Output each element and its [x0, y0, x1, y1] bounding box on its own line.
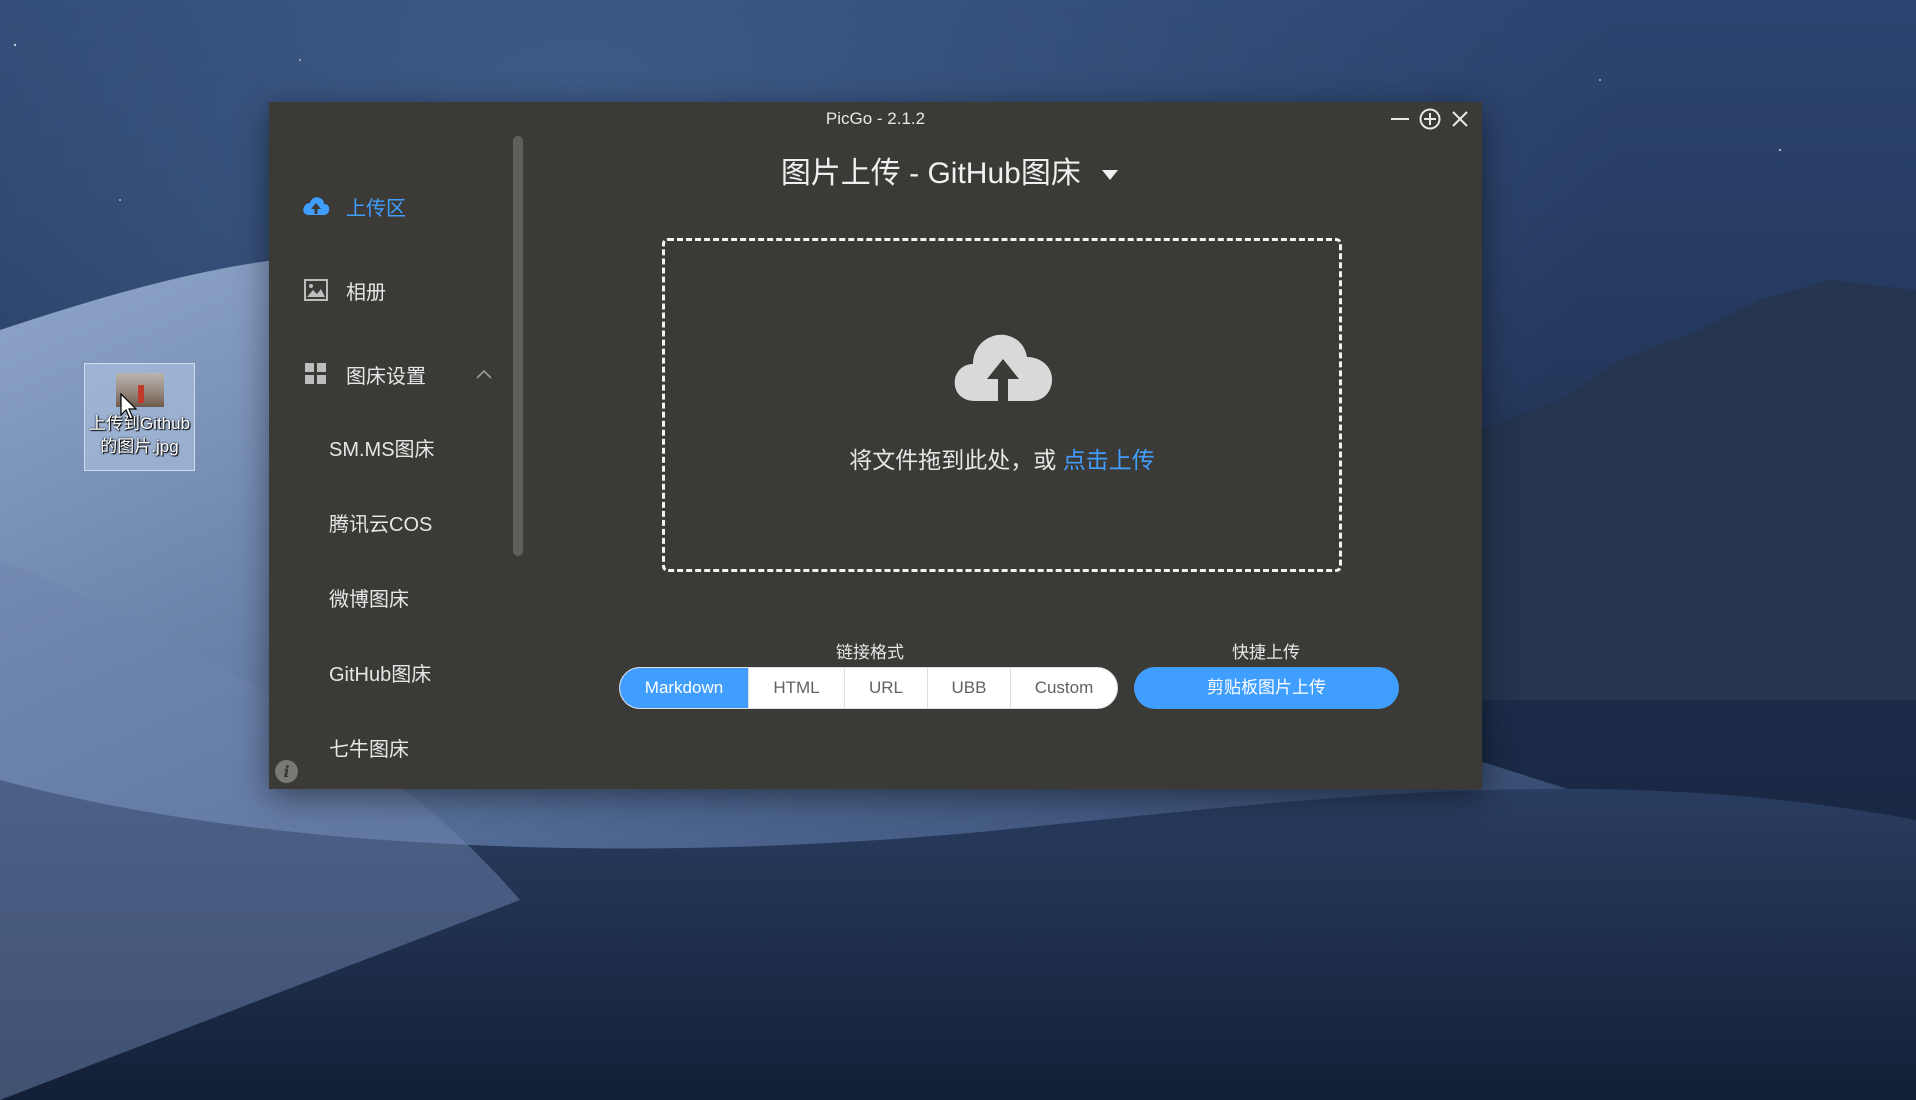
cloud-upload-icon — [302, 192, 330, 220]
sidebar-item-github[interactable]: GitHub图床 — [329, 650, 509, 700]
desktop: 上传到Github的图片.jpg PicGo - 2.1.2 上传区 相册 图床… — [0, 0, 1916, 1100]
minimize-button[interactable] — [1388, 106, 1412, 132]
window-title: PicGo - 2.1.2 — [825, 109, 926, 128]
drop-hint-text: 将文件拖到此处，或 — [849, 447, 1063, 473]
format-custom-button[interactable]: Custom — [1010, 668, 1117, 708]
sidebar-item-qiniu[interactable]: 七牛图床 — [329, 725, 509, 775]
click-upload-link[interactable]: 点击上传 — [1063, 447, 1155, 473]
sidebar-item-upload[interactable]: 上传区 — [269, 176, 509, 236]
titlebar[interactable]: PicGo - 2.1.2 — [269, 102, 1482, 136]
format-url-button[interactable]: URL — [844, 668, 927, 708]
chevron-up-icon — [476, 369, 492, 379]
sidebar-item-weibo[interactable]: 微博图床 — [329, 575, 509, 625]
link-format-selector: Markdown HTML URL UBB Custom — [619, 667, 1118, 709]
sidebar-item-label: 上传区 — [346, 197, 406, 220]
sidebar: 上传区 相册 图床设置 SM.MS图床 腾讯云COS 微博图床 GitHub图床… — [269, 136, 509, 789]
sidebar-item-smms[interactable]: SM.MS图床 — [329, 425, 509, 475]
mouse-cursor-icon — [120, 393, 138, 420]
quick-upload-label: 快捷上传 — [1232, 643, 1300, 662]
info-icon[interactable]: i — [275, 760, 298, 783]
plus-circle-icon — [1419, 108, 1441, 130]
page-title: 图片上传 - GitHub图床 — [780, 157, 1081, 190]
grid-icon — [302, 360, 330, 388]
minimize-icon — [1391, 118, 1409, 120]
sidebar-item-tencent-cos[interactable]: 腾讯云COS — [329, 500, 509, 550]
clipboard-upload-button[interactable]: 剪贴板图片上传 — [1134, 667, 1399, 709]
sidebar-item-label: 相册 — [346, 281, 386, 304]
caret-down-icon — [1102, 170, 1119, 181]
drop-hint: 将文件拖到此处，或 点击上传 — [665, 441, 1339, 475]
format-html-button[interactable]: HTML — [748, 668, 844, 708]
close-icon — [1452, 111, 1468, 127]
format-markdown-button[interactable]: Markdown — [620, 668, 748, 708]
sidebar-scrollbar[interactable] — [513, 136, 523, 556]
cloud-upload-icon — [954, 334, 1053, 401]
upload-title-dropdown[interactable]: 图片上传 - GitHub图床 — [560, 148, 1340, 192]
maximize-button[interactable] — [1418, 106, 1442, 132]
sidebar-item-label: 图床设置 — [346, 365, 426, 388]
upload-dropzone[interactable]: 将文件拖到此处，或 点击上传 — [662, 238, 1342, 572]
sidebar-item-bed-settings[interactable]: 图床设置 — [269, 344, 509, 404]
link-format-label: 链接格式 — [836, 643, 904, 662]
format-ubb-button[interactable]: UBB — [927, 668, 1010, 708]
image-icon — [302, 276, 330, 304]
sidebar-item-gallery[interactable]: 相册 — [269, 260, 509, 320]
close-button[interactable] — [1448, 106, 1472, 132]
